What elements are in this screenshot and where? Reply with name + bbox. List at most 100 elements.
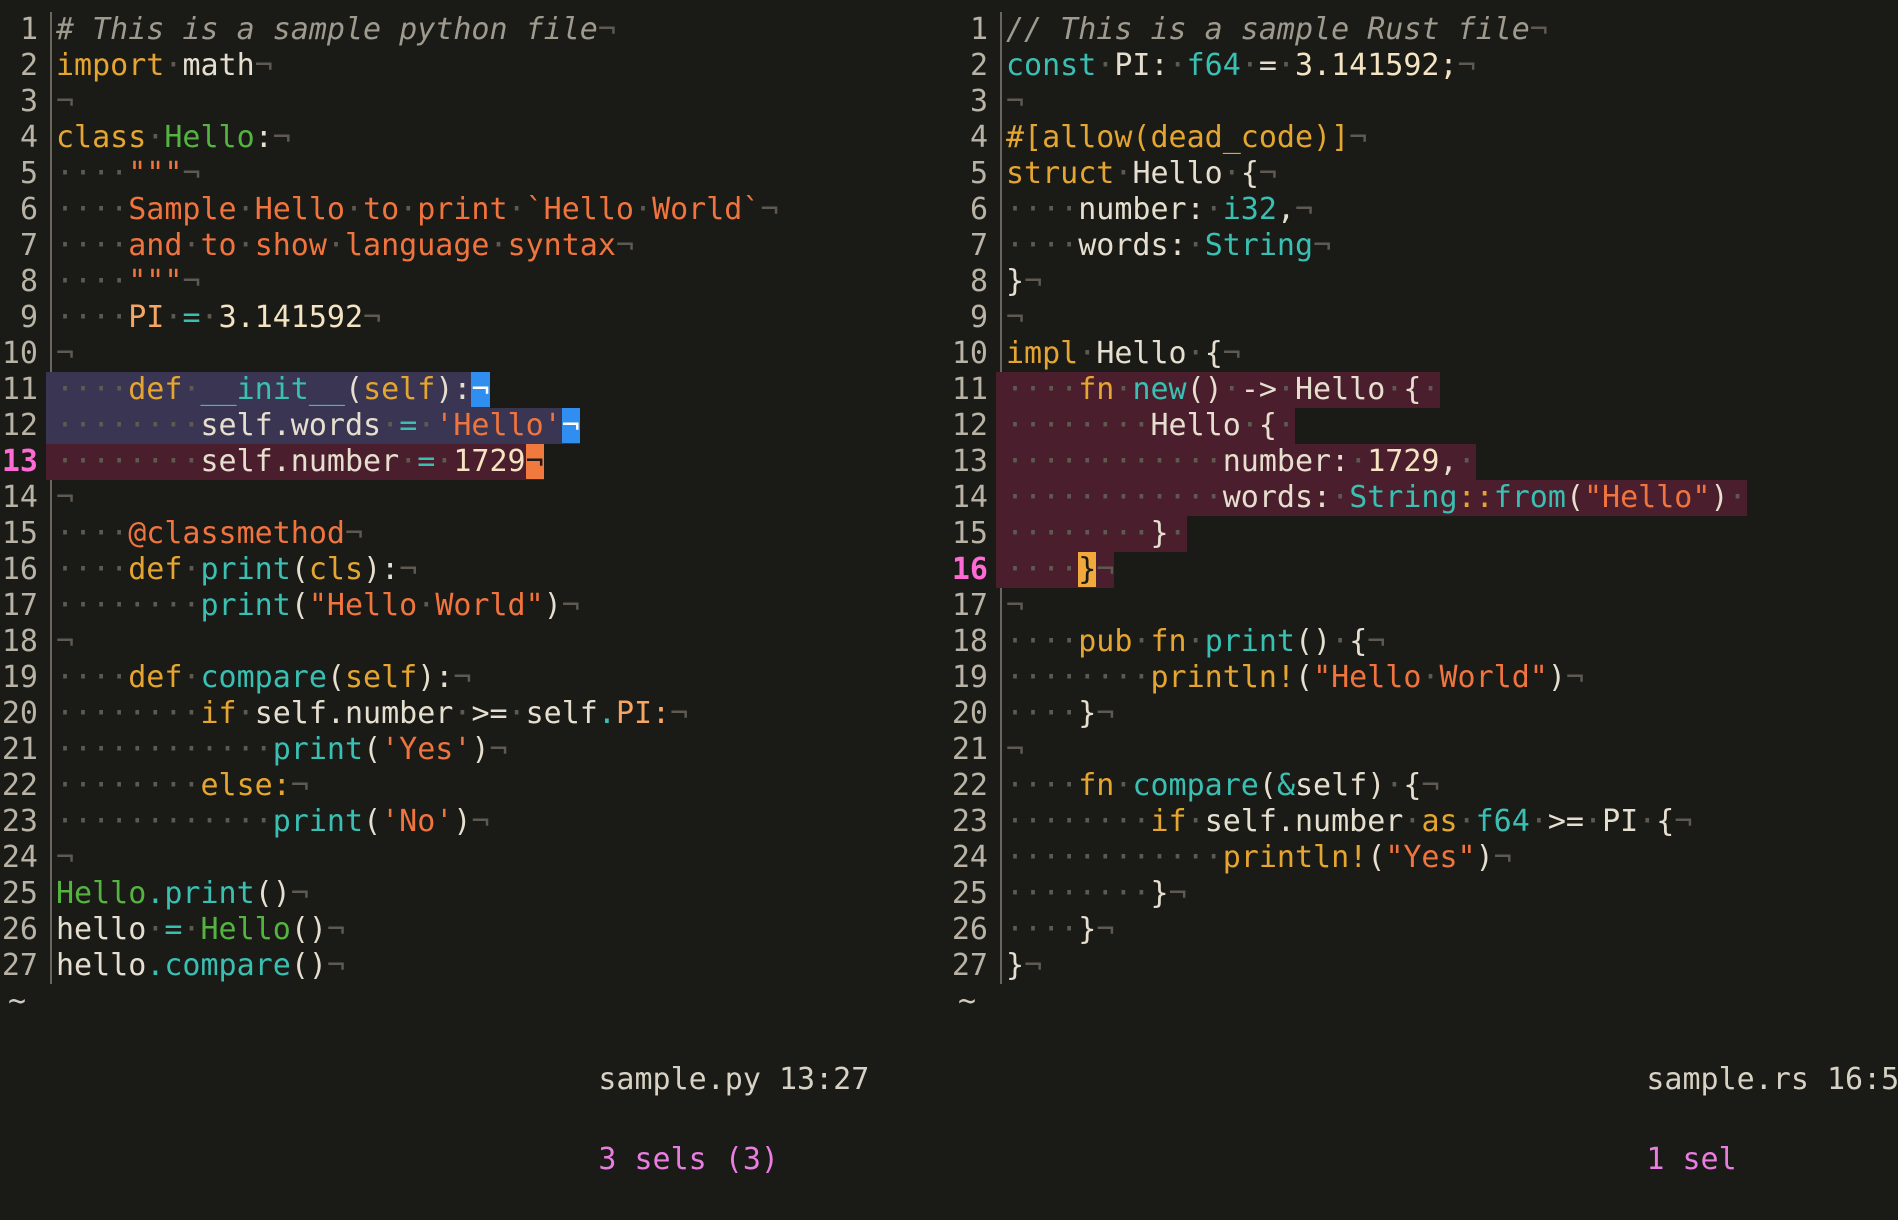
token-dot: ············ [56,804,273,839]
token-dot: · [1186,804,1205,839]
code-line[interactable]: 21 ¬ [950,732,1895,768]
token-str: "Hello [308,588,418,623]
code-line[interactable]: 1// This is a sample Rust file¬ [950,12,1895,48]
code-line[interactable]: 3 ¬ [0,84,945,120]
token-dot: · [1204,192,1223,227]
token-dot: ···· [1006,696,1079,731]
token-pl: ) [471,732,490,767]
code-line[interactable]: 9 ····PI·=·3.141592¬ [0,300,945,336]
code-line[interactable]: 26 hello·=·Hello()¬ [0,912,945,948]
token-dot: ···· [1006,192,1079,227]
code-line[interactable]: 9 ¬ [950,300,1895,336]
code-line[interactable]: 25 ········}¬ [950,876,1895,912]
token-pl: { [1240,156,1259,191]
line-text: class·Hello:¬ [46,120,291,156]
line-number: 20 [1,696,38,731]
token-dot: · [1529,804,1548,839]
code-line[interactable]: 6 ····Sample·Hello·to·print·`Hello·World`… [0,192,945,228]
token-dot: ···· [56,516,129,551]
code-line[interactable]: 5 ····"""¬ [0,156,945,192]
token-dot: · [236,228,255,263]
token-eol: ¬ [1529,12,1548,47]
code-line[interactable]: 8 ····"""¬ [0,264,945,300]
code-line[interactable]: 22 ········else:¬ [0,768,945,804]
code-line[interactable]: 4 class·Hello:¬ [0,120,945,156]
code-line[interactable]: 13 ············number:·1729,· [950,444,1895,480]
token-dot: ···· [1006,228,1079,263]
code-line[interactable]: 17 ¬ [950,588,1895,624]
token-dot: · [1331,624,1350,659]
token-dot: · [417,408,436,443]
code-area[interactable]: 1 # This is a sample python file¬ 2 import·… [0,12,945,984]
token-str: syntax [507,228,616,263]
line-text: ········self.words·=·'Hello'¬ [46,408,580,444]
line-number: 16 [1,552,38,587]
editor-pane-python[interactable]: 1 # This is a sample python file¬ 2 import·… [0,6,945,1177]
code-line[interactable]: 18 ····pub·fn·print()·{¬ [950,624,1895,660]
code-line[interactable]: 25 Hello.print()¬ [0,876,945,912]
token-pl: ) [1547,660,1566,695]
token-pl: ( [363,732,382,767]
code-line[interactable]: 14 ············words:·String::from("Hello… [950,480,1895,516]
code-line[interactable]: 7 ····and·to·show·language·syntax¬ [0,228,945,264]
line-number: 9 [969,300,988,335]
token-dot: · [1584,804,1603,839]
token-dot: ···· [56,660,129,695]
code-line[interactable]: 4 #[allow(dead_code)]¬ [950,120,1895,156]
code-area[interactable]: 1// This is a sample Rust file¬ 2 const·PI… [950,12,1895,984]
code-line[interactable]: 22 ····fn·compare(&self)·{¬ [950,768,1895,804]
editor-pane-rust[interactable]: 1// This is a sample Rust file¬ 2 const·PI… [950,6,1898,1177]
code-line[interactable]: 12 ········self.words·=·'Hello'¬ [0,408,945,444]
code-line[interactable]: 11 ····def·__init__(self):¬ [0,372,945,408]
code-line[interactable]: 23 ············print('No')¬ [0,804,945,840]
code-line[interactable]: 2 import·math¬ [0,48,945,84]
line-number: 13 [951,444,988,479]
code-line[interactable]: 18 ¬ [0,624,945,660]
code-line[interactable]: 21 ············print('Yes')¬ [0,732,945,768]
code-line[interactable]: 16 ····}¬ [950,552,1895,588]
code-line[interactable]: 12 ········Hello·{· [950,408,1895,444]
line-text: ····pub·fn·print()·{¬ [996,624,1385,660]
code-line[interactable]: 19 ········println!("Hello·World")¬ [950,660,1895,696]
code-line[interactable]: 10 impl·Hello·{¬ [950,336,1895,372]
code-line[interactable]: 7 ····words:·String¬ [950,228,1895,264]
code-line[interactable]: 11 ····fn·new()·->·Hello·{· [950,372,1895,408]
code-line[interactable]: 16 ····def·print(cls):¬ [0,552,945,588]
code-line[interactable]: 6 ····number:·i32,¬ [950,192,1895,228]
code-line[interactable]: 3 ¬ [950,84,1895,120]
token-kw: as [1421,804,1458,839]
code-line[interactable]: 2 const·PI:·f64·=·3.141592;¬ [950,48,1895,84]
code-line[interactable]: 10 ¬ [0,336,945,372]
token-dot: · [1385,372,1404,407]
code-line[interactable]: 20 ········if·self.number·>=·self.PI:¬ [0,696,945,732]
code-line[interactable]: 24 ············println!("Yes")¬ [950,840,1895,876]
editor-window: 1 # This is a sample python file¬ 2 import·… [0,0,1898,1177]
line-text: import·math¬ [46,48,273,84]
token-kw: if [1150,804,1187,839]
code-line[interactable]: 20 ····}¬ [950,696,1895,732]
token-dot: · [1349,444,1368,479]
code-line[interactable]: 19 ····def·compare(self):¬ [0,660,945,696]
token-eol: ¬ [1006,84,1025,119]
code-line[interactable]: 26 ····}¬ [950,912,1895,948]
token-str: language [345,228,490,263]
code-line[interactable]: 14 ¬ [0,480,945,516]
code-line[interactable]: 13 ········self.number·=·1729¬ [0,444,945,480]
code-line[interactable]: 27}¬ [950,948,1895,984]
token-dot: · [182,660,201,695]
line-text: ····PI·=·3.141592¬ [46,300,381,336]
token-pl: = [1258,48,1277,83]
code-line[interactable]: 17 ········print("Hello·World")¬ [0,588,945,624]
line-number: 13 [1,444,38,479]
code-line[interactable]: 27 hello.compare()¬ [0,948,945,984]
code-line[interactable]: 15 ········}· [950,516,1895,552]
line-text: // This is a sample Rust file¬ [996,12,1548,48]
token-dot: · [236,192,255,227]
code-line[interactable]: 23 ········if·self.number·as·f64·>=·PI·{¬ [950,804,1895,840]
code-line[interactable]: 5 struct·Hello·{¬ [950,156,1895,192]
code-line[interactable]: 24 ¬ [0,840,945,876]
code-line[interactable]: 1 # This is a sample python file¬ [0,12,945,48]
token-eol: ¬ [290,876,309,911]
code-line[interactable]: 15 ····@classmethod¬ [0,516,945,552]
code-line[interactable]: 8}¬ [950,264,1895,300]
